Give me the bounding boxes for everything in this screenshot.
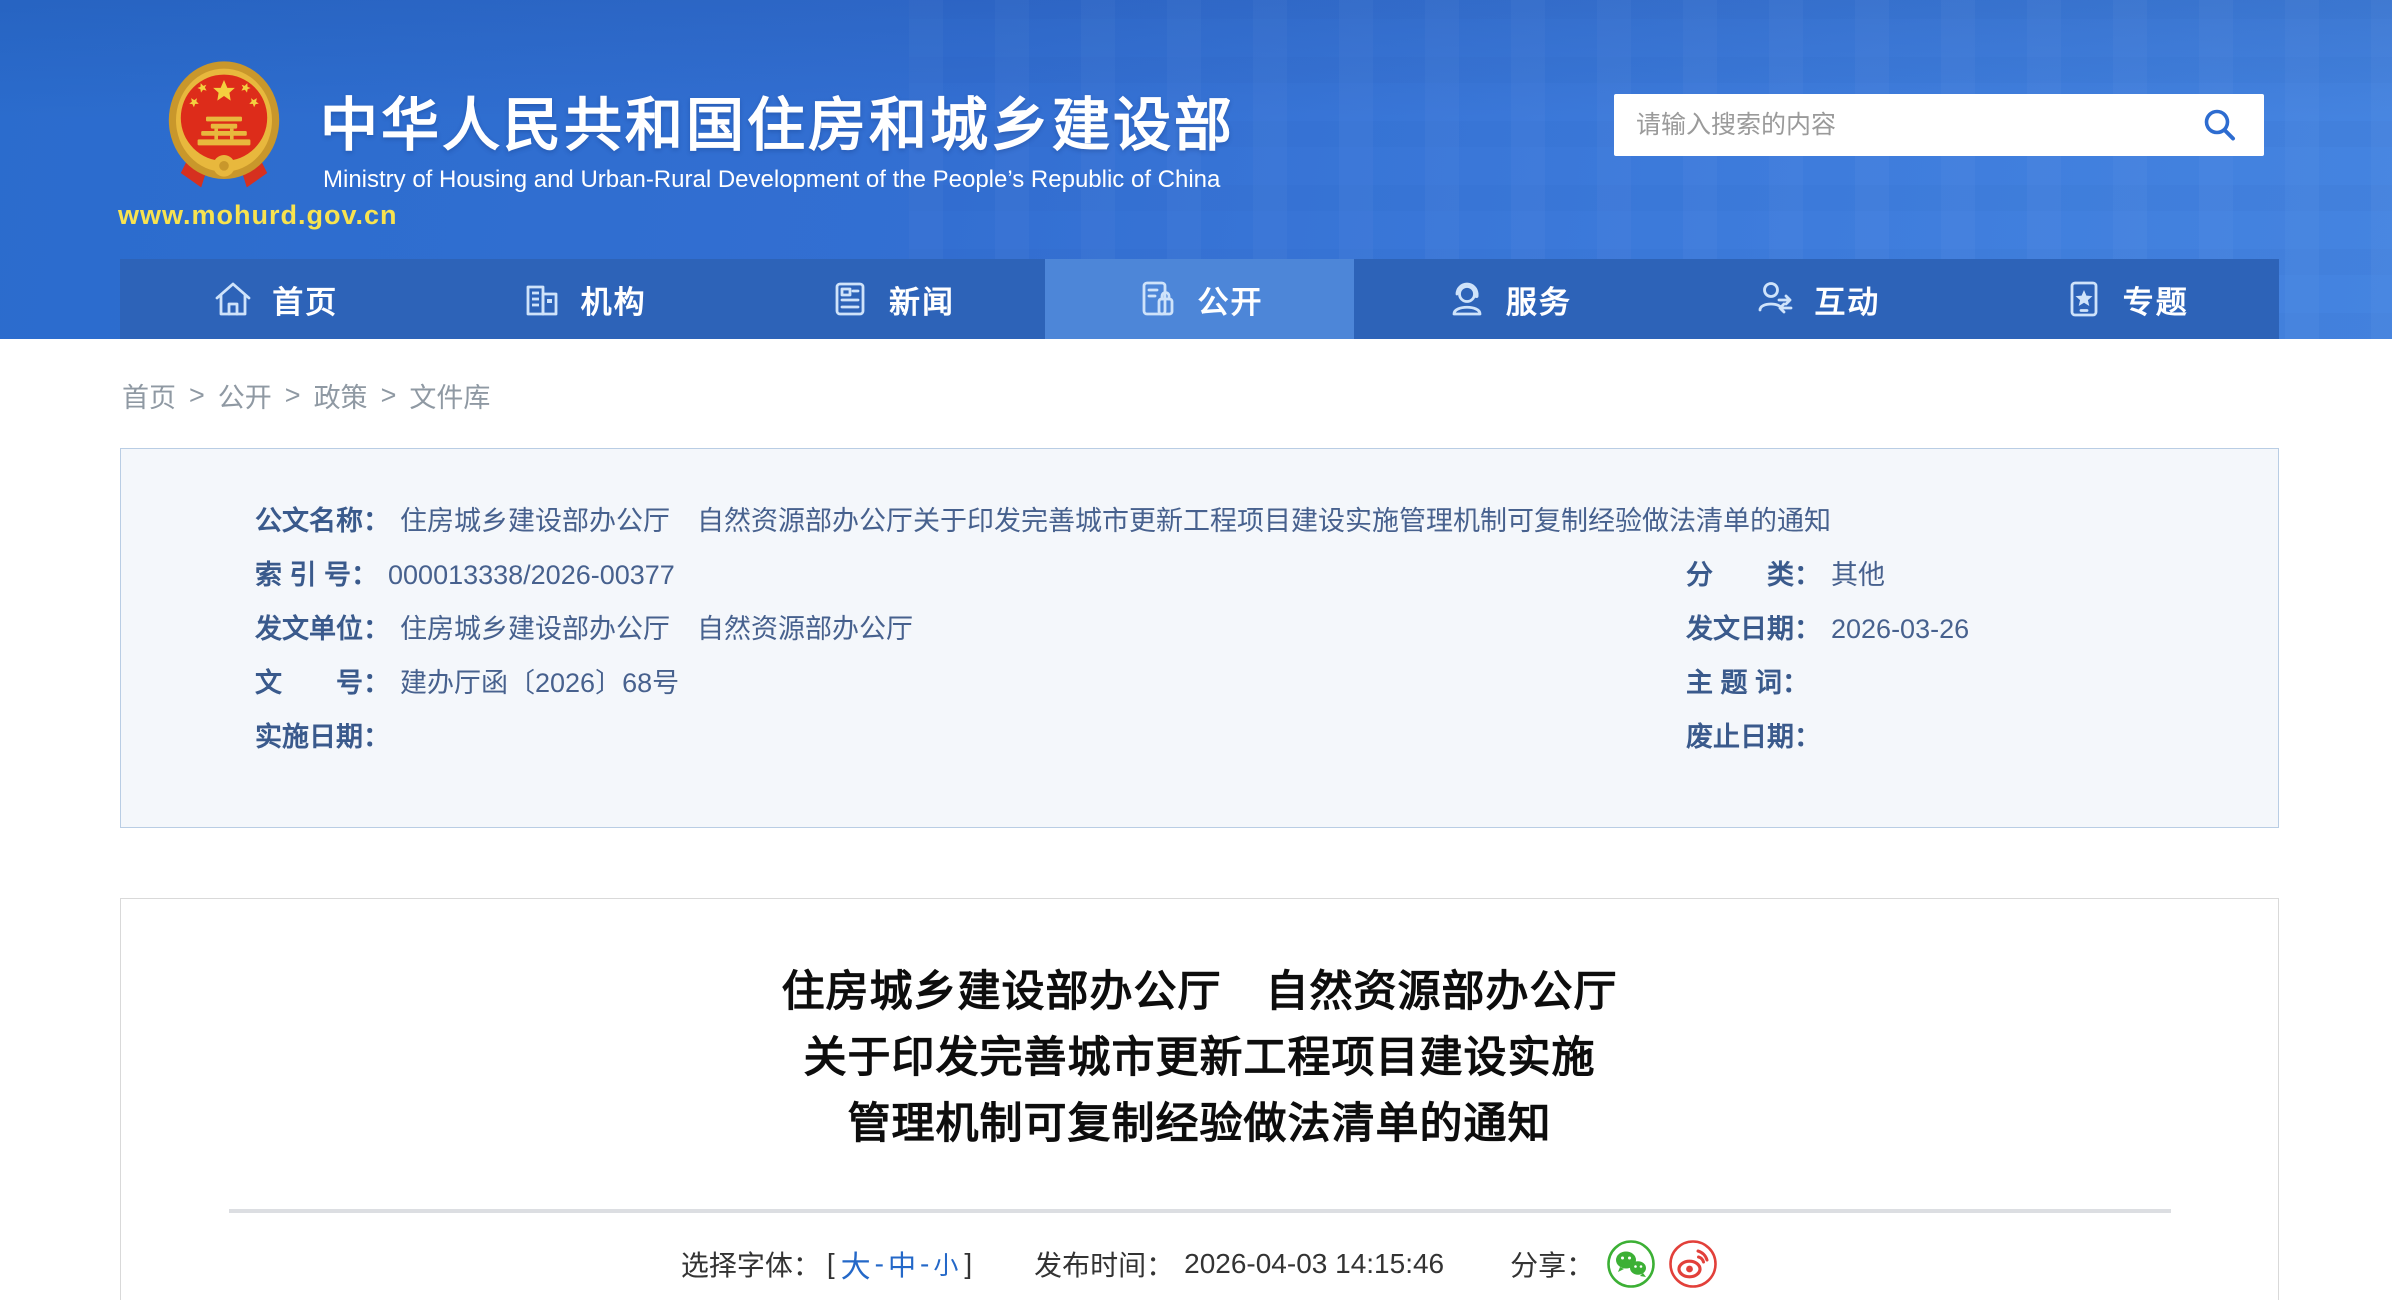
meta-value: 住房城乡建设部办公厅 自然资源部办公厅关于印发完善城市更新工程项目建设实施管理机… xyxy=(400,499,1831,538)
nav-item-news[interactable]: 新闻 xyxy=(737,259,1045,339)
title-divider xyxy=(229,1209,2171,1213)
meta-label: 索 引 号： xyxy=(255,553,378,592)
national-emblem-icon xyxy=(164,60,284,196)
nav-label: 首页 xyxy=(272,277,338,322)
meta-row: 实施日期： 废止日期： xyxy=(255,707,2238,761)
meta-value: 000013338/2026-00377 xyxy=(388,560,675,591)
meta-value: 其他 xyxy=(1831,553,1885,592)
share-label: 分享： xyxy=(1510,1244,1594,1284)
nav-label: 互动 xyxy=(1814,277,1880,322)
search-input[interactable] xyxy=(1636,111,2198,140)
breadcrumb-separator: > xyxy=(189,380,205,411)
nav-label: 专题 xyxy=(2123,277,2189,322)
site-subtitle: Ministry of Housing and Urban-Rural Deve… xyxy=(323,166,1220,194)
search-icon xyxy=(2202,107,2238,143)
meta-row-doc-name: 公文名称： 住房城乡建设部办公厅 自然资源部办公厅关于印发完善城市更新工程项目建… xyxy=(255,491,2238,545)
document-title-line: 管理机制可复制经验做法清单的通知 xyxy=(231,1091,2168,1157)
news-icon xyxy=(827,276,873,322)
nav-label: 公开 xyxy=(1197,277,1263,322)
breadcrumb-link-disclosure[interactable]: 公开 xyxy=(218,376,272,415)
meta-value: 2026-03-26 xyxy=(1831,614,1969,645)
document-title-line: 住房城乡建设部办公厅 自然资源部办公厅 xyxy=(231,959,2168,1025)
breadcrumb-separator: > xyxy=(285,380,301,411)
bracket-open: [ xyxy=(827,1248,835,1280)
publish-time-value: 2026-04-03 14:15:46 xyxy=(1184,1248,1444,1280)
weibo-icon[interactable] xyxy=(1668,1239,1718,1289)
search-button[interactable] xyxy=(2198,103,2242,147)
publish-time: 发布时间： 2026-04-03 14:15:46 xyxy=(1034,1244,1444,1284)
nav-item-disclosure[interactable]: 公开 xyxy=(1045,259,1353,339)
document-title-line: 关于印发完善城市更新工程项目建设实施 xyxy=(231,1025,2168,1091)
font-size-medium-link[interactable]: 中 xyxy=(888,1244,916,1284)
meta-value: 建办厅函〔2026〕68号 xyxy=(400,661,679,700)
publish-time-label: 发布时间： xyxy=(1034,1244,1174,1284)
meta-label: 公文名称： xyxy=(255,499,390,538)
organization-icon xyxy=(519,276,565,322)
font-size-small-link[interactable]: 小 xyxy=(933,1246,958,1282)
font-size-label: 选择字体： xyxy=(681,1244,821,1284)
meta-label: 发文日期： xyxy=(1686,607,1821,646)
dash: - xyxy=(875,1248,884,1280)
share-bar: 分享： xyxy=(1510,1239,1718,1289)
search-box xyxy=(1614,94,2264,156)
article-toolbar: 选择字体： [ 大 - 中 - 小 ] 发布时间： 2026-04-03 14:… xyxy=(121,1239,2278,1289)
breadcrumb-link-policy[interactable]: 政策 xyxy=(314,376,368,415)
font-size-selector: 选择字体： [ 大 - 中 - 小 ] xyxy=(681,1242,978,1286)
meta-label: 废止日期： xyxy=(1686,715,1821,754)
meta-label: 文 号： xyxy=(255,661,390,700)
meta-label: 主 题 词： xyxy=(1686,661,1809,700)
main-nav: 首页 机构 新闻 公开 xyxy=(120,259,2279,339)
nav-label: 机构 xyxy=(581,277,647,322)
disclosure-icon xyxy=(1135,276,1181,322)
breadcrumb: 首页 > 公开 > 政策 > 文件库 xyxy=(122,376,490,415)
meta-value: 住房城乡建设部办公厅 自然资源部办公厅 xyxy=(400,607,913,646)
service-icon xyxy=(1444,276,1490,322)
nav-item-interaction[interactable]: 互动 xyxy=(1662,259,1970,339)
bracket-close: ] xyxy=(964,1248,972,1280)
nav-item-organization[interactable]: 机构 xyxy=(428,259,736,339)
article-panel: 住房城乡建设部办公厅 自然资源部办公厅 关于印发完善城市更新工程项目建设实施 管… xyxy=(120,898,2279,1300)
site-url: www.mohurd.gov.cn xyxy=(118,200,332,231)
breadcrumb-separator: > xyxy=(381,380,397,411)
nav-item-topics[interactable]: 专题 xyxy=(1971,259,2279,339)
document-title: 住房城乡建设部办公厅 自然资源部办公厅 关于印发完善城市更新工程项目建设实施 管… xyxy=(231,959,2168,1157)
nav-item-service[interactable]: 服务 xyxy=(1354,259,1662,339)
dash: - xyxy=(920,1248,929,1280)
topics-icon xyxy=(2061,276,2107,322)
meta-label: 分 类： xyxy=(1686,553,1821,592)
mohurd-page: www.mohurd.gov.cn 中华人民共和国住房和城乡建设部 Minist… xyxy=(0,0,2392,1300)
interaction-icon xyxy=(1752,276,1798,322)
meta-row: 发文单位： 住房城乡建设部办公厅 自然资源部办公厅 发文日期： 2026-03-… xyxy=(255,599,2238,653)
meta-row: 文 号： 建办厅函〔2026〕68号 主 题 词： xyxy=(255,653,2238,707)
meta-label: 发文单位： xyxy=(255,607,390,646)
breadcrumb-link-home[interactable]: 首页 xyxy=(122,376,176,415)
nav-label: 服务 xyxy=(1506,277,1572,322)
wechat-icon[interactable] xyxy=(1606,1239,1656,1289)
nav-item-home[interactable]: 首页 xyxy=(120,259,428,339)
site-title: 中华人民共和国住房和城乡建设部 xyxy=(320,78,1235,162)
meta-label: 实施日期： xyxy=(255,715,390,754)
nav-label: 新闻 xyxy=(889,277,955,322)
breadcrumb-link-library[interactable]: 文件库 xyxy=(409,376,490,415)
home-icon xyxy=(210,276,256,322)
document-meta-panel: 公文名称： 住房城乡建设部办公厅 自然资源部办公厅关于印发完善城市更新工程项目建… xyxy=(120,448,2279,828)
meta-row: 索 引 号： 000013338/2026-00377 分 类： 其他 xyxy=(255,545,2238,599)
font-size-large-link[interactable]: 大 xyxy=(841,1242,871,1286)
